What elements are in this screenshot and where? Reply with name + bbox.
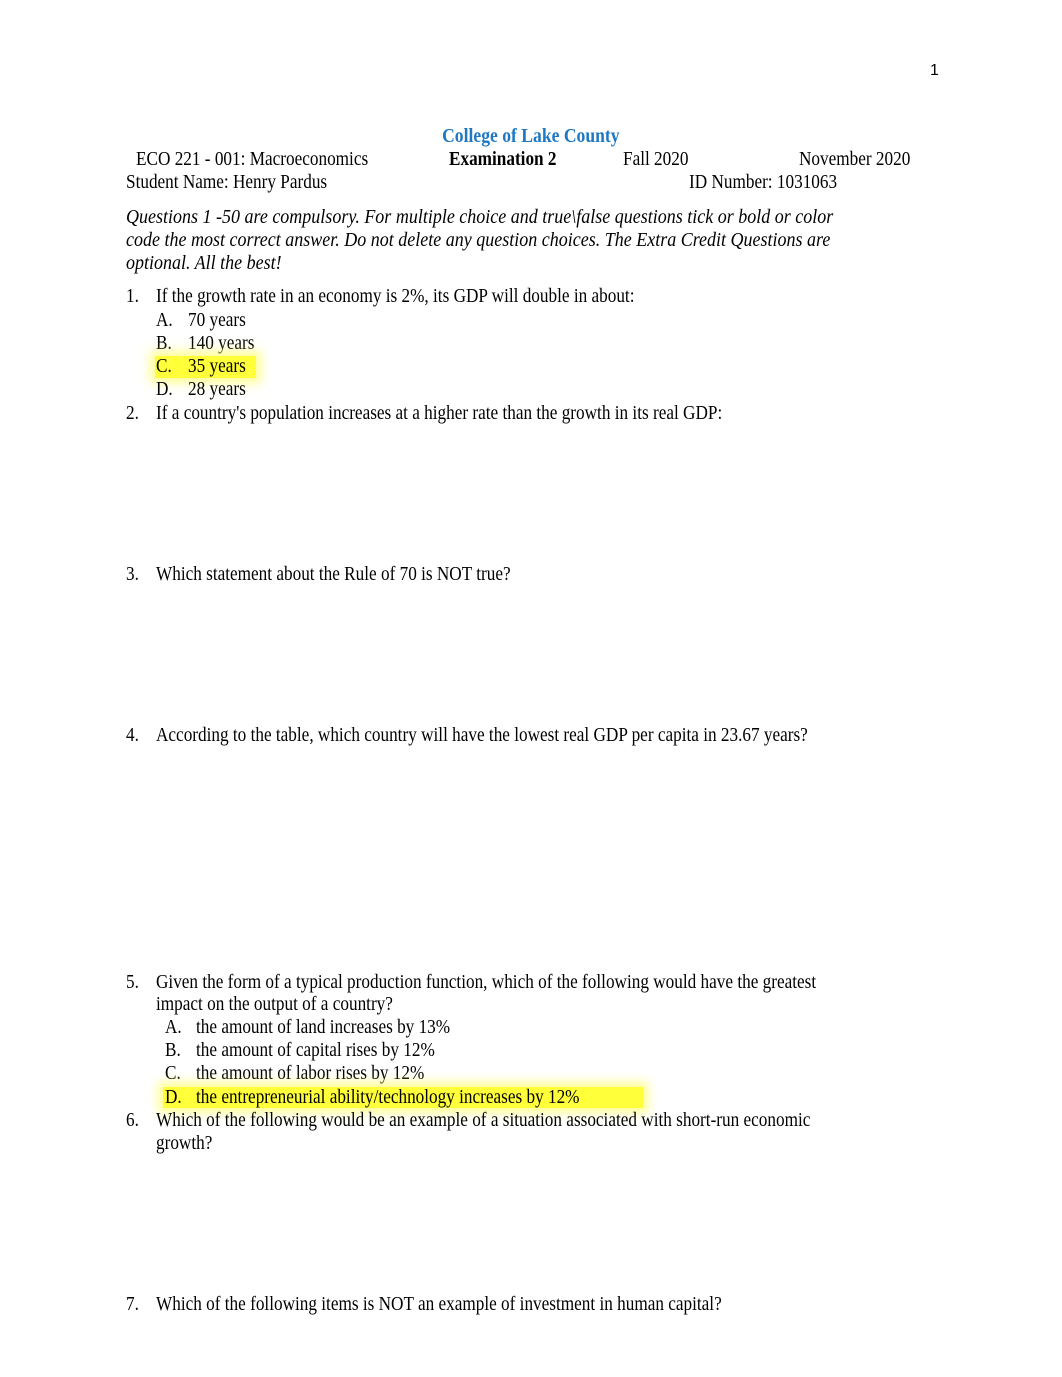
student-name: Student Name: Henry Pardus	[126, 171, 328, 193]
question-number: 6.	[126, 1109, 139, 1131]
question-text: If the growth rate in an economy is 2%, …	[156, 285, 635, 307]
choice-text[interactable]: the amount of labor rises by 12%	[196, 1062, 424, 1085]
choice-letter[interactable]: C.	[165, 1062, 181, 1085]
choice-text-selected[interactable]: 35 years	[188, 355, 246, 378]
exam-date: November 2020	[799, 148, 911, 170]
question-text: If a country's population increases at a…	[156, 402, 723, 424]
question-number: 1.	[126, 285, 139, 307]
choice-letter[interactable]: B.	[156, 332, 172, 355]
course-name: ECO 221 - 001: Macroeconomics	[136, 148, 369, 170]
choice-text[interactable]: 28 years	[188, 378, 246, 401]
institution-name: College of Lake County	[442, 125, 620, 147]
question-text: Which statement about the Rule of 70 is …	[156, 563, 511, 585]
choice-text[interactable]: 140 years	[188, 332, 254, 355]
choice-letter[interactable]: A.	[156, 309, 173, 332]
question-number: 4.	[126, 724, 139, 746]
choice-letter[interactable]: B.	[165, 1039, 181, 1062]
choice-text[interactable]: the amount of capital rises by 12%	[196, 1039, 435, 1062]
student-id: ID Number: 1031063	[689, 171, 838, 193]
instructions-line-1: Questions 1 -50 are compulsory. For mult…	[126, 206, 834, 228]
choice-letter[interactable]: A.	[165, 1016, 182, 1039]
choice-text[interactable]: 70 years	[188, 309, 246, 332]
choice-text-selected[interactable]: the entrepreneurial ability/technology i…	[196, 1086, 580, 1109]
question-text: According to the table, which country wi…	[156, 724, 808, 746]
page-number: 1	[930, 62, 939, 79]
question-number: 3.	[126, 563, 139, 585]
question-text: Which of the following items is NOT an e…	[156, 1293, 722, 1315]
choice-letter-selected[interactable]: C.	[156, 355, 172, 378]
question-text-line-2: growth?	[156, 1132, 213, 1154]
exam-name: Examination 2	[449, 148, 557, 170]
question-number: 2.	[126, 402, 139, 424]
instructions-line-3: optional. All the best!	[126, 252, 282, 274]
instructions-line-2: code the most correct answer. Do not del…	[126, 229, 831, 251]
question-text-line-1: Given the form of a typical production f…	[156, 971, 817, 993]
question-text-line-2: impact on the output of a country?	[156, 993, 393, 1015]
question-number: 5.	[126, 971, 139, 993]
choice-text[interactable]: the amount of land increases by 13%	[196, 1016, 450, 1039]
institution-title: College of Lake County	[0, 124, 1062, 148]
choice-letter-selected[interactable]: D.	[165, 1086, 182, 1109]
question-number: 7.	[126, 1293, 139, 1315]
exam-term: Fall 2020	[623, 148, 689, 170]
question-text-line-1: Which of the following would be an examp…	[156, 1109, 811, 1131]
choice-letter[interactable]: D.	[156, 378, 173, 401]
